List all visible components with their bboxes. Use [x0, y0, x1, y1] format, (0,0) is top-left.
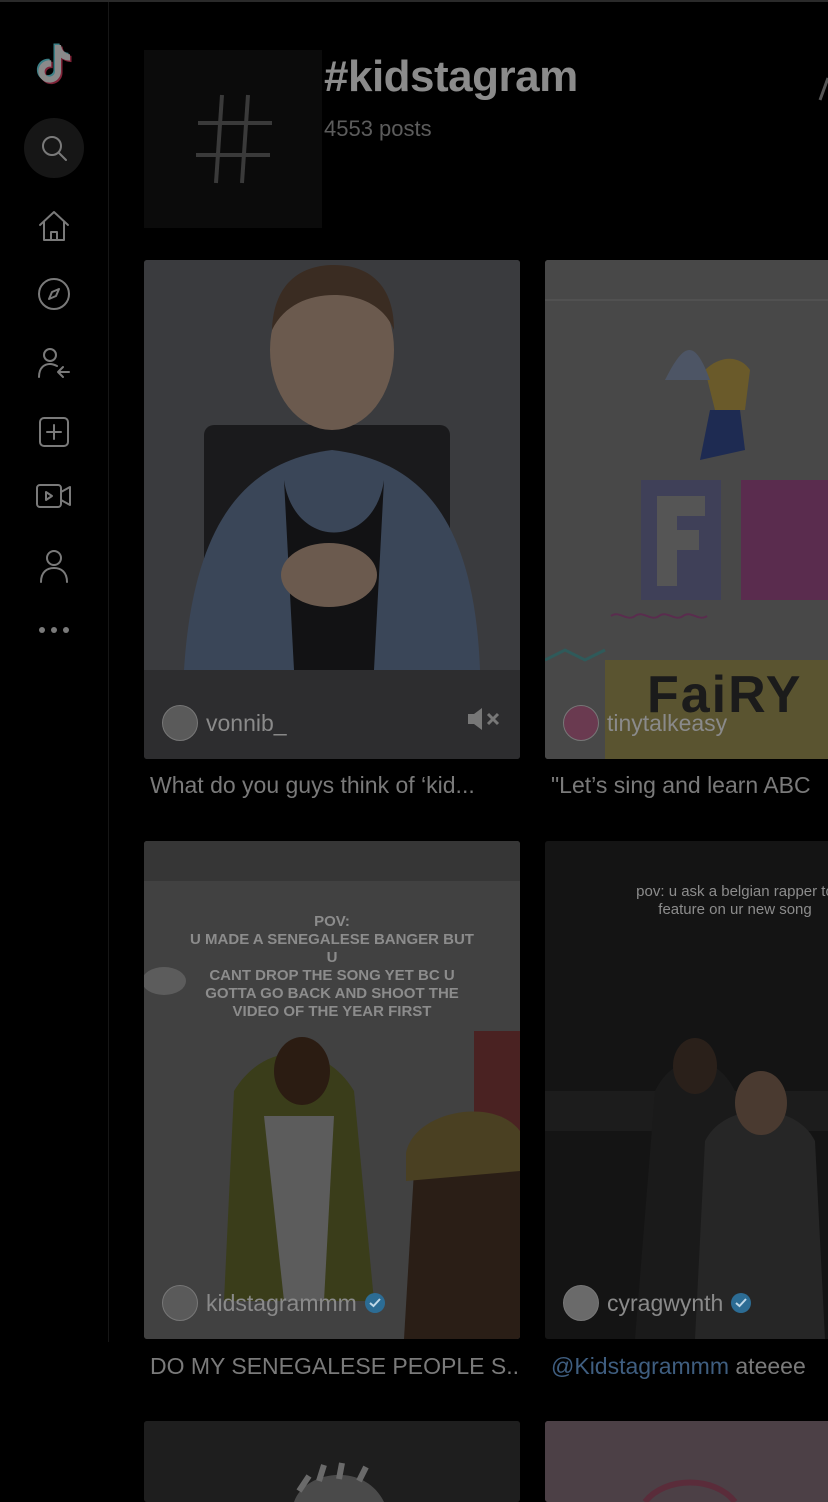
video-caption[interactable]: DO MY SENEGALESE PEOPLE S...	[150, 1353, 520, 1380]
explore-compass-icon[interactable]	[24, 264, 84, 324]
video-overlay-text: pov: u ask a belgian rapper to feature o…	[636, 883, 828, 918]
video-caption[interactable]: @Kidstagrammm ateeee	[551, 1353, 828, 1380]
video-author[interactable]: cyragwynth	[563, 1285, 752, 1321]
video-card[interactable]: FaiRY tinytalkeasy	[545, 260, 828, 759]
verified-badge-icon	[731, 1293, 752, 1313]
tiktok-logo-icon[interactable]	[24, 34, 84, 94]
author-name: vonnib_	[206, 709, 287, 736]
verified-badge-icon	[364, 1293, 385, 1313]
author-name: tinytalkeasy	[607, 709, 728, 736]
home-icon[interactable]	[24, 196, 84, 256]
caption-text: ateeee	[729, 1353, 806, 1379]
video-card[interactable]: vonnib_	[144, 260, 520, 759]
caption-mention[interactable]: @Kidstagrammm	[551, 1353, 729, 1379]
left-sidebar	[0, 2, 109, 1342]
author-name: kidstagrammm	[206, 1289, 357, 1316]
share-icon[interactable]	[818, 70, 828, 110]
video-card[interactable]	[545, 1421, 828, 1502]
video-thumbnail	[144, 260, 520, 759]
mute-button[interactable]	[466, 706, 502, 737]
video-author[interactable]: kidstagrammm	[162, 1285, 385, 1321]
video-caption[interactable]: "Let’s sing and learn ABC	[551, 772, 828, 799]
post-count: 4553 posts	[324, 116, 432, 141]
hashtag-avatar	[144, 50, 322, 228]
live-icon[interactable]	[24, 466, 84, 526]
avatar	[162, 1285, 198, 1321]
video-author[interactable]: tinytalkeasy	[563, 705, 727, 741]
video-card[interactable]: pov: u ask a belgian rapper to feature o…	[545, 841, 828, 1339]
upload-icon[interactable]	[24, 402, 84, 462]
hashtag-icon	[196, 94, 272, 184]
video-caption[interactable]: What do you guys think of ‘kid...	[150, 772, 520, 799]
muted-speaker-icon	[468, 708, 500, 730]
video-thumbnail	[545, 1421, 828, 1502]
window-top-border	[0, 0, 828, 2]
author-name: cyragwynth	[607, 1289, 724, 1316]
hashtag-title: #kidstagram	[324, 52, 578, 101]
search-icon[interactable]	[24, 118, 84, 178]
avatar	[563, 705, 599, 741]
avatar	[563, 1285, 599, 1321]
video-overlay-text: POV: U MADE A SENEGALESE BANGER BUT U CA…	[190, 913, 474, 1020]
video-card[interactable]: POV: U MADE A SENEGALESE BANGER BUT U CA…	[144, 841, 520, 1339]
avatar	[162, 705, 198, 741]
profile-icon[interactable]	[24, 536, 84, 596]
following-icon[interactable]	[24, 334, 84, 394]
video-card[interactable]	[144, 1421, 520, 1502]
more-icon[interactable]	[24, 600, 84, 660]
video-thumbnail	[144, 1421, 520, 1502]
video-author[interactable]: vonnib_	[162, 705, 287, 741]
